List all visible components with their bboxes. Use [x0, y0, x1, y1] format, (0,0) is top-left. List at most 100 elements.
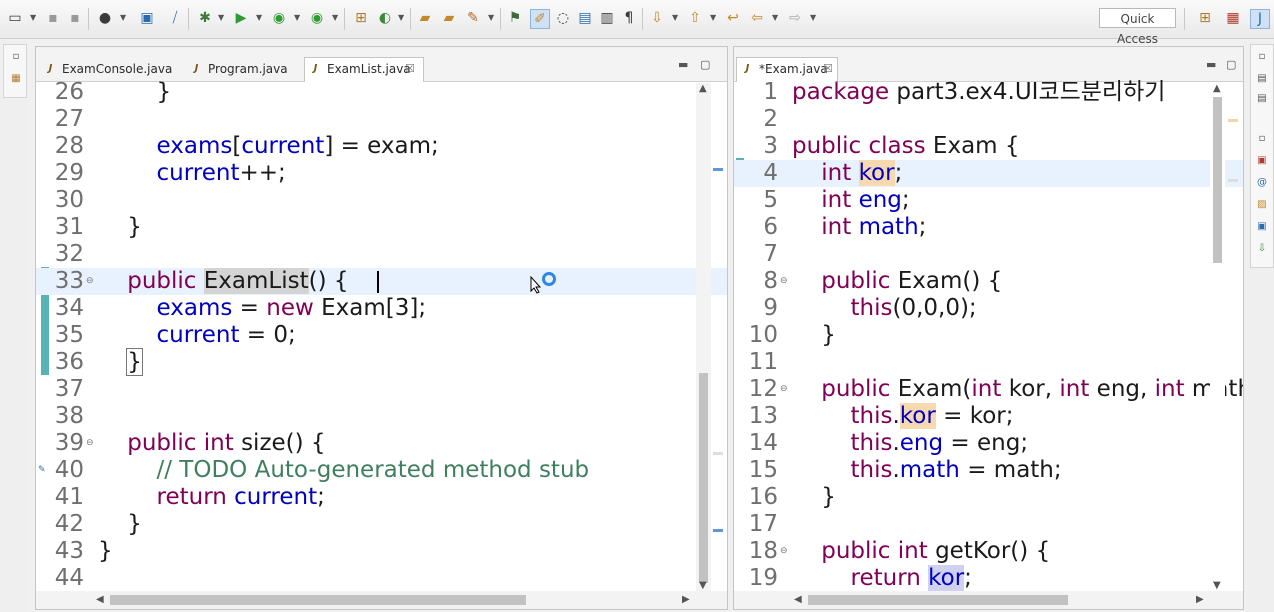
package-explorer-icon[interactable]: ▦	[10, 73, 22, 85]
chevron-down-icon[interactable]: ▼	[488, 13, 494, 22]
maximize-icon[interactable]: ▢	[700, 58, 710, 71]
overview-marker[interactable]	[713, 452, 723, 455]
console-icon[interactable]: ▣	[138, 9, 156, 27]
java-perspective-icon[interactable]: J	[1250, 9, 1270, 29]
quick-access-field[interactable]: Quick Access	[1099, 8, 1176, 46]
chevron-down-icon[interactable]: ▼	[294, 13, 300, 22]
overview-marker[interactable]	[713, 529, 723, 532]
chevron-down-icon[interactable]: ▼	[30, 13, 36, 22]
pilcrow-icon[interactable]: ¶	[620, 9, 638, 27]
code-line: 28 exams[current] = exam;	[54, 133, 439, 159]
close-icon[interactable]: ☒	[405, 58, 415, 80]
open-task-icon[interactable]: ▰	[440, 9, 458, 27]
new-icon[interactable]: ▭	[6, 9, 24, 27]
code-line: 7	[763, 241, 778, 267]
open-perspective-icon[interactable]: ⊞	[1196, 9, 1214, 27]
scrollbar-thumb[interactable]	[110, 595, 526, 605]
left-trim-stack: ▫ ▦	[0, 40, 28, 612]
javadoc-icon[interactable]: @	[1256, 177, 1268, 189]
scroll-down-icon[interactable]: ▼	[699, 580, 707, 591]
task-list-icon[interactable]: ▤	[1256, 93, 1268, 105]
new-package-icon[interactable]: ⊞	[352, 9, 370, 27]
restore-icon[interactable]: ▫	[1256, 51, 1268, 63]
vertical-scrollbar[interactable]: ▲ ▼	[1210, 83, 1225, 591]
chevron-down-icon[interactable]: ▼	[218, 13, 224, 22]
skip-breakpoints-icon[interactable]: ⧸	[166, 9, 184, 27]
open-type-icon[interactable]: ▰	[416, 9, 434, 27]
console-icon[interactable]: ▣	[1256, 221, 1268, 233]
chevron-down-icon[interactable]: ▼	[120, 13, 126, 22]
problems-icon[interactable]: ▣	[1256, 155, 1268, 167]
external-tools-icon[interactable]: ◉	[308, 9, 326, 27]
restore-icon[interactable]: ▫	[10, 51, 22, 63]
horizontal-scrollbar[interactable]: ◀ ▶	[36, 591, 727, 609]
minimized-view-stack: ▫ ▦	[3, 44, 27, 98]
toolbar-separator	[500, 8, 501, 30]
minimize-icon[interactable]: ▬	[1206, 58, 1216, 71]
chevron-down-icon[interactable]: ▼	[332, 13, 338, 22]
overview-marker[interactable]	[1228, 179, 1238, 182]
next-annotation-icon[interactable]: ▥	[598, 9, 616, 27]
last-edit-icon[interactable]: ↩	[724, 9, 742, 27]
scroll-left-icon[interactable]: ◀	[96, 594, 104, 605]
code-line: 2	[763, 106, 778, 132]
declaration-icon[interactable]: ▨	[1256, 199, 1268, 211]
minimize-icon[interactable]: ▬	[678, 58, 688, 71]
coverage-icon[interactable]: ◉	[270, 9, 288, 27]
chevron-down-icon[interactable]: ▼	[256, 13, 262, 22]
run-icon[interactable]: ▶	[232, 9, 250, 27]
profile-icon[interactable]: ●	[96, 9, 114, 27]
fold-icon[interactable]: ⊖	[86, 430, 94, 457]
scrollbar-thumb[interactable]	[808, 595, 1068, 605]
next-annotation-icon[interactable]: ⇧	[686, 9, 704, 27]
save-icon[interactable]: ▪	[44, 9, 62, 27]
outline-icon[interactable]: ▤	[1256, 73, 1268, 85]
scroll-up-icon[interactable]: ▲	[1213, 83, 1221, 94]
save-all-icon[interactable]: ▪	[66, 9, 84, 27]
text-cursor	[377, 271, 379, 293]
toggle-mark-occurrences-icon[interactable]: ✐	[530, 9, 550, 29]
scroll-left-icon[interactable]: ◀	[794, 594, 802, 605]
chevron-down-icon[interactable]: ▼	[672, 13, 678, 22]
code-line: 13 this.kor = kor;	[748, 403, 1014, 429]
chevron-down-icon[interactable]: ▼	[772, 13, 778, 22]
annotation-icon[interactable]: ⚑	[506, 9, 524, 27]
restore-icon[interactable]: ▫	[1256, 133, 1268, 145]
chevron-down-icon[interactable]: ▼	[398, 13, 404, 22]
scroll-right-icon[interactable]: ▶	[1196, 594, 1204, 605]
java-ee-perspective-icon[interactable]: ▦	[1224, 9, 1242, 27]
tab-examconsole[interactable]: ExamConsole.java	[40, 58, 180, 81]
horizontal-scrollbar[interactable]: ◀ ▶	[734, 591, 1243, 609]
progress-icon[interactable]: ⇩	[1256, 243, 1268, 255]
fold-icon[interactable]: ⊖	[780, 376, 788, 403]
debug-icon[interactable]: ✱	[196, 9, 214, 27]
close-icon[interactable]: ☒	[823, 58, 833, 80]
fold-icon[interactable]: ⊖	[780, 268, 788, 295]
left-code-area[interactable]: 26 } 27 28 exams[current] = exam; 29 cur…	[36, 79, 727, 591]
right-code-area[interactable]: 1 package part3.ex4.UI코드분리하기 2 3 public cl…	[734, 79, 1243, 591]
maximize-icon[interactable]: ▢	[1226, 58, 1236, 71]
chevron-down-icon[interactable]: ▼	[810, 13, 816, 22]
show-whitespace-icon[interactable]: ▤	[576, 9, 594, 27]
scroll-down-icon[interactable]: ▼	[1213, 580, 1221, 591]
scroll-up-icon[interactable]: ▲	[699, 83, 707, 94]
search-icon[interactable]: ✎	[464, 9, 482, 27]
code-line: 1 package part3.ex4.UI코드분리하기	[763, 79, 1166, 105]
code-line: 29 current++;	[54, 160, 286, 186]
tab-program[interactable]: Program.java	[186, 58, 302, 81]
scrollbar-thumb[interactable]	[699, 373, 708, 583]
scrollbar-thumb[interactable]	[1213, 97, 1222, 263]
prev-annotation-icon[interactable]: ⇩	[648, 9, 666, 27]
code-line: 40 ✎ // TODO Auto-generated method stub	[38, 457, 590, 483]
vertical-scrollbar[interactable]: ▲ ▼	[696, 83, 711, 591]
block-selection-icon[interactable]: ◌	[554, 9, 572, 27]
chevron-down-icon[interactable]: ▼	[710, 13, 716, 22]
overview-marker[interactable]	[713, 168, 723, 171]
fold-icon[interactable]: ⊖	[86, 268, 94, 295]
fold-icon[interactable]: ⊖	[780, 538, 788, 565]
new-class-icon[interactable]: ◐	[376, 9, 394, 27]
forward-icon[interactable]: ⇨	[786, 9, 804, 27]
overview-marker[interactable]	[1228, 119, 1238, 122]
scroll-right-icon[interactable]: ▶	[682, 594, 690, 605]
back-icon[interactable]: ⇦	[748, 9, 766, 27]
